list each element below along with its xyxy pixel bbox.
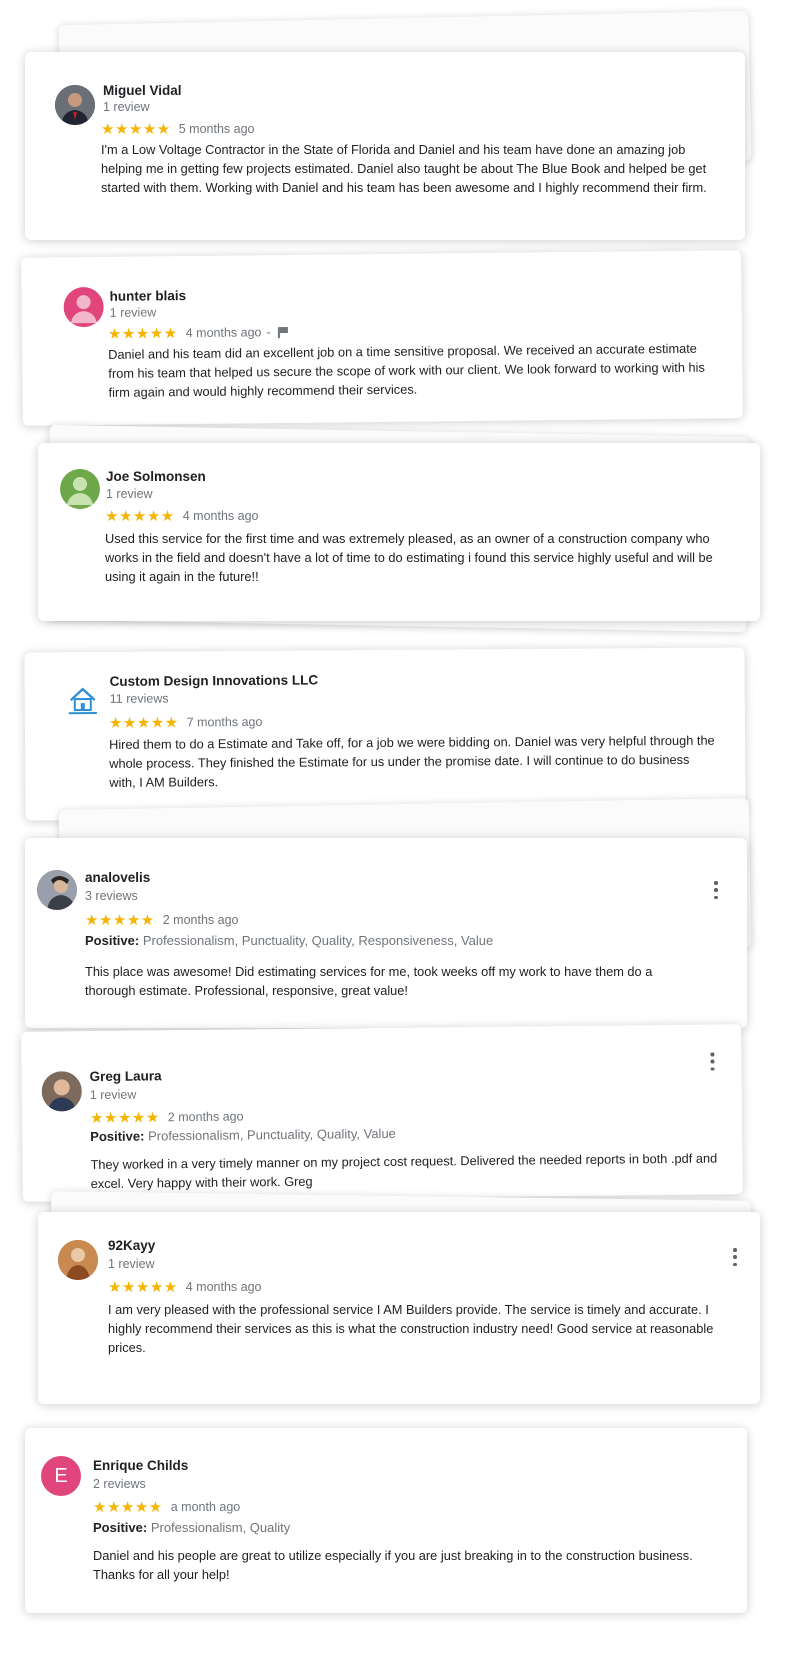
star-rating: ★★★★★ bbox=[85, 912, 155, 929]
more-vert-icon[interactable] bbox=[732, 1248, 738, 1266]
reviewer-name[interactable]: Miguel Vidal bbox=[103, 83, 182, 98]
rating-row: ★★★★★ 4 months ago bbox=[108, 1278, 262, 1296]
review-stack-5: analovelis 3 reviews ★★★★★ 2 months ago … bbox=[0, 797, 800, 1030]
review-text: Hired them to do a Estimate and Take off… bbox=[109, 732, 715, 790]
review-date: a month ago bbox=[170, 1500, 241, 1514]
review-count: 11 reviews bbox=[109, 691, 169, 706]
positive-label: Positive: bbox=[93, 1520, 148, 1535]
positive-attributes: Positive: Professionalism, Punctuality, … bbox=[85, 933, 493, 948]
review-card: Miguel Vidal 1 review ★★★★★ 5 months ago… bbox=[25, 52, 745, 240]
flag-icon[interactable] bbox=[278, 326, 288, 337]
rating-row: ★★★★★ 4 months ago bbox=[105, 507, 259, 525]
reviewer-name[interactable]: analovelis bbox=[85, 870, 150, 885]
avatar-letter: E bbox=[54, 1464, 68, 1487]
review-stack-7: 92Kayy 1 review ★★★★★ 4 months ago I am … bbox=[0, 1190, 800, 1440]
avatar bbox=[41, 1071, 82, 1112]
review-stack-3: Joe Solmonsen 1 review ★★★★★ 4 months ag… bbox=[0, 424, 800, 655]
person-photo-icon bbox=[41, 1071, 82, 1112]
reviewer-name[interactable]: 92Kayy bbox=[108, 1238, 155, 1253]
review-stack-4: Custom Design Innovations LLC 11 reviews… bbox=[0, 640, 800, 821]
positive-label: Positive: bbox=[90, 1128, 145, 1145]
review-date: 2 months ago bbox=[167, 1109, 244, 1125]
review-text: Daniel and his team did an excellent job… bbox=[108, 340, 705, 400]
review-count: 1 review bbox=[89, 1087, 137, 1103]
review-text: I am very pleased with the professional … bbox=[108, 1302, 714, 1355]
rating-row: ★★★★★ a month ago bbox=[93, 1498, 240, 1516]
rating-row: ★★★★★ 4 months ago - bbox=[108, 323, 288, 343]
review-card: 92Kayy 1 review ★★★★★ 4 months ago I am … bbox=[38, 1212, 760, 1404]
rating-row: ★★★★★ 7 months ago bbox=[108, 713, 263, 732]
positive-values: Professionalism, Quality bbox=[150, 1520, 291, 1535]
review-stack-2: hunter blais 1 review ★★★★★ 4 months ago… bbox=[0, 240, 800, 440]
avatar bbox=[63, 286, 104, 328]
review-text: Daniel and his people are great to utili… bbox=[93, 1548, 693, 1582]
more-vert-icon[interactable] bbox=[709, 1052, 715, 1071]
reviewer-name[interactable]: Greg Laura bbox=[90, 1068, 162, 1084]
person-photo-icon bbox=[37, 870, 77, 910]
avatar bbox=[60, 469, 100, 509]
review-count: 1 review bbox=[109, 305, 157, 320]
separator: - bbox=[266, 325, 271, 340]
reviewer-name[interactable]: Enrique Childs bbox=[93, 1458, 188, 1473]
person-photo-icon bbox=[58, 1240, 98, 1280]
star-rating: ★★★★★ bbox=[105, 508, 175, 525]
review-text: They worked in a very timely manner on m… bbox=[90, 1150, 718, 1192]
rating-row: ★★★★★ 2 months ago bbox=[85, 911, 239, 929]
review-date: 5 months ago bbox=[178, 122, 255, 136]
avatar: E bbox=[41, 1456, 81, 1496]
review-count: 2 reviews bbox=[93, 1477, 146, 1491]
review-card: analovelis 3 reviews ★★★★★ 2 months ago … bbox=[25, 838, 747, 1028]
star-rating: ★★★★★ bbox=[107, 325, 178, 343]
review-card: hunter blais 1 review ★★★★★ 4 months ago… bbox=[21, 250, 743, 426]
review-count: 1 review bbox=[103, 100, 150, 114]
avatar bbox=[62, 679, 103, 721]
positive-values: Professionalism, Punctuality, Quality, R… bbox=[142, 933, 494, 948]
positive-attributes: Positive: Professionalism, Quality bbox=[93, 1520, 290, 1535]
positive-attributes: Positive: Professionalism, Punctuality, … bbox=[90, 1126, 396, 1144]
review-card: Greg Laura 1 review ★★★★★ 2 months ago P… bbox=[21, 1024, 743, 1202]
house-logo-icon bbox=[68, 687, 97, 715]
review-count: 3 reviews bbox=[85, 889, 138, 903]
star-rating: ★★★★★ bbox=[108, 714, 179, 732]
review-stack-1: Miguel Vidal 1 review ★★★★★ 5 months ago… bbox=[0, 0, 800, 250]
review-card: E Enrique Childs 2 reviews ★★★★★ a month… bbox=[25, 1428, 747, 1613]
avatar bbox=[37, 870, 77, 910]
more-vert-icon[interactable] bbox=[713, 881, 719, 899]
star-rating: ★★★★★ bbox=[108, 1279, 178, 1296]
reviewer-name[interactable]: hunter blais bbox=[109, 288, 186, 304]
review-date: 4 months ago bbox=[182, 509, 259, 523]
review-stack-6: Greg Laura 1 review ★★★★★ 2 months ago P… bbox=[0, 1020, 800, 1210]
positive-values: Professionalism, Punctuality, Quality, V… bbox=[147, 1125, 396, 1144]
rating-row: ★★★★★ 5 months ago bbox=[101, 120, 255, 138]
review-date: 4 months ago bbox=[185, 325, 262, 341]
person-photo-icon bbox=[55, 85, 95, 125]
review-date: 2 months ago bbox=[162, 913, 239, 927]
review-date: 7 months ago bbox=[186, 714, 263, 730]
review-text: I'm a Low Voltage Contractor in the Stat… bbox=[101, 142, 707, 195]
star-rating: ★★★★★ bbox=[101, 121, 171, 138]
reviewer-name[interactable]: Joe Solmonsen bbox=[106, 469, 206, 484]
star-rating: ★★★★★ bbox=[93, 1499, 163, 1516]
star-rating: ★★★★★ bbox=[89, 1109, 160, 1128]
positive-label: Positive: bbox=[85, 933, 140, 948]
review-date: 4 months ago bbox=[185, 1280, 262, 1294]
review-card: Custom Design Innovations LLC 11 reviews… bbox=[24, 647, 746, 821]
reviewer-name[interactable]: Custom Design Innovations LLC bbox=[110, 672, 319, 688]
review-text: This place was awesome! Did estimating s… bbox=[85, 964, 653, 998]
review-stack-8: E Enrique Childs 2 reviews ★★★★★ a month… bbox=[0, 1420, 800, 1620]
avatar bbox=[58, 1240, 98, 1280]
review-card: Joe Solmonsen 1 review ★★★★★ 4 months ag… bbox=[38, 443, 760, 621]
review-text: Used this service for the first time and… bbox=[105, 531, 713, 584]
review-count: 1 review bbox=[106, 487, 153, 501]
default-person-icon bbox=[70, 295, 97, 324]
default-person-icon bbox=[67, 477, 93, 505]
avatar bbox=[55, 85, 95, 125]
rating-row: ★★★★★ 2 months ago bbox=[90, 1107, 244, 1127]
review-count: 1 review bbox=[108, 1257, 155, 1271]
